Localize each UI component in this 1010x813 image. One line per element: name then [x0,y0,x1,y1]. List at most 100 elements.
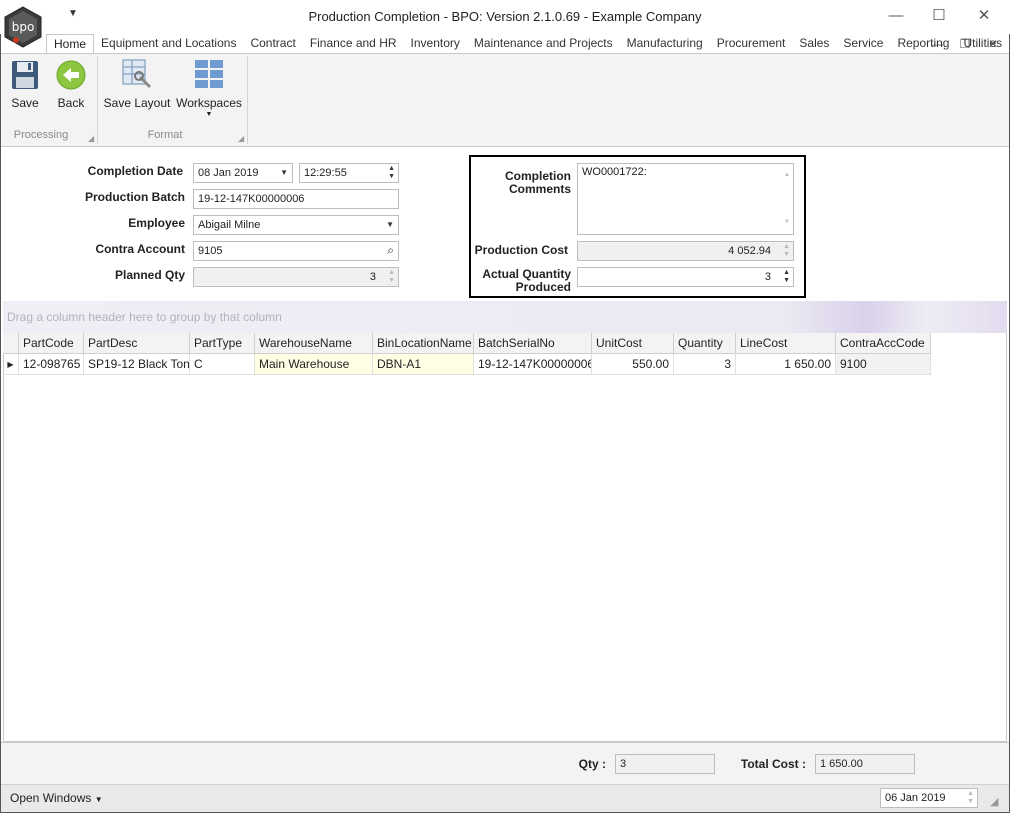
logo-text: bpo [12,20,35,34]
cell-partdesc[interactable]: SP19-12 Black Toner [84,354,190,374]
contra-account-label: Contra Account [95,242,185,256]
search-icon: ⌕ [387,243,394,257]
qty-total-label: Qty : [578,757,606,771]
column-header-binlocationname[interactable]: BinLocationName [373,333,474,353]
column-header-quantity[interactable]: Quantity [674,333,736,353]
window-title: Production Completion - BPO: Version 2.1… [308,9,702,24]
save-label: Save [11,96,39,110]
employee-field[interactable]: Abigail Milne ▼ [193,215,399,235]
workspaces-icon [193,58,225,90]
column-header-contraacccode[interactable]: ContraAccCode [836,333,931,353]
cell-binlocationname[interactable]: DBN-A1 [373,354,474,374]
cell-warehousename[interactable]: Main Warehouse [255,354,373,374]
mdi-close-icon[interactable]: ✕ [982,35,1004,53]
tab-contract[interactable]: Contract [243,34,302,54]
mdi-restore-icon[interactable]: ❐ [954,35,976,53]
production-cost-label: Production Cost [474,243,568,257]
column-header-parttype[interactable]: PartType [190,333,255,353]
completion-date-label: Completion Date [87,164,183,178]
maximize-icon[interactable]: ☐ [925,6,953,26]
production-cost-field[interactable]: 4 052.94 ▲ ▼ [577,241,794,261]
actual-qty-spinner-icon: ▲ ▼ [783,269,790,284]
column-header-linecost[interactable]: LineCost [736,333,836,353]
back-arrow-icon [56,60,86,90]
processing-launcher-icon[interactable]: ◢ [88,134,94,143]
actual-quantity-label: Actual Quantity Produced [482,267,571,294]
tab-inventory[interactable]: Inventory [404,34,467,54]
tab-finance-and-hr[interactable]: Finance and HR [303,34,404,54]
table-row[interactable]: ▶ 12-098765 SP19-12 Black Toner C Main W… [3,354,931,375]
date-spinner-icon: ▲ ▼ [967,790,974,805]
workspaces-label: Workspaces [176,96,242,110]
save-layout-icon [121,58,153,90]
workspaces-dropdown-icon: ▼ [205,111,213,118]
column-header-partcode[interactable]: PartCode [19,333,84,353]
chevron-down-icon: ▼ [280,168,288,177]
completion-time-field[interactable]: 12:29:55 ▲ ▼ [299,163,399,183]
employee-label: Employee [128,216,185,230]
quick-access-dropdown-icon[interactable]: ▼ [68,8,78,19]
column-header-warehousename[interactable]: WarehouseName [255,333,373,353]
time-spinner-icon: ▲ ▼ [388,165,395,180]
row-indicator-header [3,333,19,353]
tab-equipment-and-locations[interactable]: Equipment and Locations [94,34,243,54]
group-by-panel[interactable]: Drag a column header here to group by th… [3,301,1007,333]
production-batch-label: Production Batch [84,190,185,204]
resize-grip-icon[interactable]: ◢ [990,795,998,808]
cell-batchserialno[interactable]: 19-12-147K00000006 [474,354,592,374]
format-group-label: Format [147,129,183,141]
format-launcher-icon[interactable]: ◢ [238,134,244,143]
save-button[interactable]: Save [6,58,44,110]
completion-date-field[interactable]: 08 Jan 2019 ▼ [193,163,293,183]
processing-group-label: Processing [13,129,69,141]
save-layout-label: Save Layout [103,96,171,110]
contra-account-field[interactable]: 9105 ⌕ [193,241,399,261]
column-header-partdesc[interactable]: PartDesc [84,333,190,353]
chevron-down-icon: ▼ [94,795,103,804]
row-indicator-icon: ▶ [3,354,19,374]
close-icon[interactable]: ✕ [970,6,998,26]
bpo-logo[interactable]: bpo [2,6,44,48]
status-bar [1,784,1009,812]
tab-sales[interactable]: Sales [792,34,836,54]
completion-comments-textarea[interactable]: WO0001722: ▲ ▼ [577,163,794,235]
menu-tabs: Home Equipment and Locations Contract Fi… [46,34,1009,54]
cell-linecost[interactable]: 1 650.00 [736,354,836,374]
total-cost-label: Total Cost : [740,757,806,771]
tab-procurement[interactable]: Procurement [710,34,793,54]
ribbon-separator [247,56,248,144]
tab-home[interactable]: Home [46,34,95,54]
planned-qty-label: Planned Qty [114,268,185,282]
back-label: Back [57,96,85,110]
qty-total-field: 3 [615,754,715,774]
floppy-disk-icon [11,60,39,90]
tab-service[interactable]: Service [836,34,890,54]
column-header-batchserialno[interactable]: BatchSerialNo [474,333,592,353]
cost-spinner-icon: ▲ ▼ [783,243,790,258]
scroll-down-icon: ▼ [784,219,790,225]
actual-quantity-field[interactable]: 3 ▲ ▼ [577,267,794,287]
completion-comments-label: Completion Comments [505,169,571,196]
planned-qty-field[interactable]: 3 ▲ ▼ [193,267,399,287]
cell-parttype[interactable]: C [190,354,255,374]
save-layout-button[interactable]: Save Layout [103,58,171,110]
back-button[interactable]: Back [52,58,90,110]
cell-unitcost[interactable]: 550.00 [592,354,674,374]
qty-spinner-icon: ▲ ▼ [388,269,395,284]
mdi-minimize-icon[interactable]: — [926,35,948,53]
status-date-field[interactable]: 06 Jan 2019 ▲ ▼ [880,788,978,808]
scroll-up-icon: ▲ [784,172,790,178]
tab-maintenance-and-projects[interactable]: Maintenance and Projects [467,34,620,54]
cell-contraacccode[interactable]: 9100 [836,354,931,374]
workspaces-button[interactable]: Workspaces ▼ [176,58,242,118]
minimize-icon[interactable]: — [882,6,910,26]
cell-quantity[interactable]: 3 [674,354,736,374]
total-cost-field: 1 650.00 [815,754,915,774]
open-windows-button[interactable]: Open Windows ▼ [10,791,103,805]
chevron-down-icon: ▼ [386,220,394,229]
production-batch-field[interactable]: 19-12-147K00000006 [193,189,399,209]
column-header-unitcost[interactable]: UnitCost [592,333,674,353]
tab-manufacturing[interactable]: Manufacturing [620,34,710,54]
cell-partcode[interactable]: 12-098765 [19,354,84,374]
ribbon-separator [97,56,98,144]
